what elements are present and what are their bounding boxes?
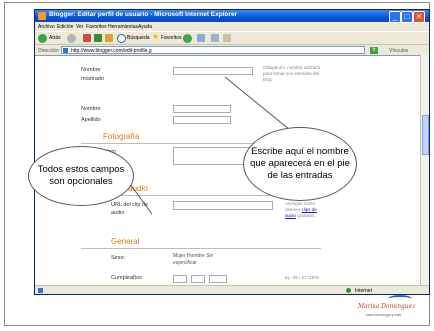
page-icon <box>63 48 68 53</box>
brand-logo-icon <box>388 295 412 303</box>
nombre-label: Nombre <box>81 106 101 112</box>
nombre-mostrado-note: Obligatorio; nombre utilizado para firma… <box>263 65 321 82</box>
brand-subtitle: educ tecnología y más <box>366 313 402 317</box>
sexo-label: Sexo: <box>111 255 126 261</box>
address-input[interactable]: http://www.blogger.com/edit-profile.g <box>61 46 365 54</box>
apellido-label: Apellido <box>81 117 101 123</box>
cumpleanos-note: Ej.: 09 / 27 /1976 <box>285 275 320 280</box>
birthday-year-input[interactable] <box>209 275 227 283</box>
clip-audio-link[interactable]: clips de <box>302 207 317 212</box>
internet-zone-icon <box>346 288 351 293</box>
forward-arrow-icon[interactable] <box>67 34 76 43</box>
favorites-star-icon[interactable]: ★ <box>152 32 159 41</box>
favorites-button-label[interactable]: Favoritos <box>161 35 182 41</box>
menu-ver[interactable]: Ver <box>76 24 84 30</box>
section-divider <box>81 248 321 249</box>
fotografia-heading: Fotografía <box>103 132 140 141</box>
home-icon[interactable] <box>105 34 113 42</box>
callout-bubble-right: Escribe aquí el nombre que aparecerá en … <box>243 127 357 201</box>
print-icon[interactable] <box>211 34 219 42</box>
nombre-mostrado-label: Nombre <box>81 67 101 73</box>
clip-audio-label: audio <box>111 210 125 216</box>
birthday-day-select[interactable] <box>191 275 205 283</box>
sexo-radio-options-2: especificar <box>173 260 197 266</box>
clip-url-input[interactable] <box>173 201 273 210</box>
clip-note-text-d: gratuitos. <box>297 213 316 218</box>
address-label: Dirección <box>38 48 59 54</box>
sexo-radio-options[interactable]: Mujer Hombre Sin <box>173 253 213 260</box>
apellido-input[interactable] <box>173 116 231 124</box>
nombre-input[interactable] <box>173 105 231 113</box>
toolbar: Atrás Búsqueda ★ Favoritos <box>35 31 429 45</box>
status-zone: Internet <box>355 288 372 294</box>
clip-note-text-a: Averigüe cómo <box>285 201 315 206</box>
edit-icon[interactable] <box>223 34 231 42</box>
nombre-mostrado-label-2: mostrado <box>81 76 104 82</box>
status-bar: Internet <box>35 285 429 294</box>
birthday-month-select[interactable] <box>173 275 187 283</box>
window-title: Blogger: Editar perfil de usuario - Micr… <box>49 11 238 18</box>
cumpleanos-label: Cumpleaños <box>111 275 142 281</box>
clip-note-text-b: obtener <box>285 207 301 212</box>
menu-herramientas[interactable]: Herramientas <box>108 24 138 30</box>
nombre-mostrado-input[interactable] <box>173 67 253 75</box>
clip-audio-link-2[interactable]: audio <box>285 213 296 218</box>
media-icon[interactable] <box>183 34 192 43</box>
page-status-icon <box>38 288 43 293</box>
back-button-label[interactable]: Atrás <box>49 35 61 41</box>
general-heading: General <box>111 237 140 246</box>
scroll-thumb[interactable] <box>422 115 429 155</box>
back-arrow-icon[interactable] <box>38 34 47 43</box>
mail-icon[interactable] <box>197 34 205 42</box>
links-label[interactable]: Vínculos <box>389 48 408 54</box>
clip-audio-note: Averigüe cómo obtener clips de audio gra… <box>285 201 335 219</box>
vertical-scrollbar[interactable] <box>420 55 429 285</box>
menu-ayuda[interactable]: Ayuda <box>138 24 152 30</box>
search-button-label[interactable]: Búsqueda <box>127 35 150 41</box>
callout-bubble-left: Todos estos campos son opcionales <box>28 146 134 206</box>
title-bar: Blogger: Editar perfil de usuario - Micr… <box>35 10 429 23</box>
clip-url-label: URL del clip de <box>111 202 149 208</box>
go-button[interactable]: Ir <box>370 47 378 54</box>
search-icon[interactable] <box>117 34 126 43</box>
blogger-icon <box>38 12 46 20</box>
menu-archivo[interactable]: Archivo <box>38 24 55 30</box>
menu-bar: Archivo Edición Ver Favoritos Herramient… <box>35 22 429 31</box>
menu-edicion[interactable]: Edición <box>57 24 73 30</box>
refresh-icon[interactable] <box>94 34 102 42</box>
menu-favoritos[interactable]: Favoritos <box>86 24 107 30</box>
stop-icon[interactable] <box>83 34 91 42</box>
brand-name: Marisa Dominguez <box>358 303 416 310</box>
